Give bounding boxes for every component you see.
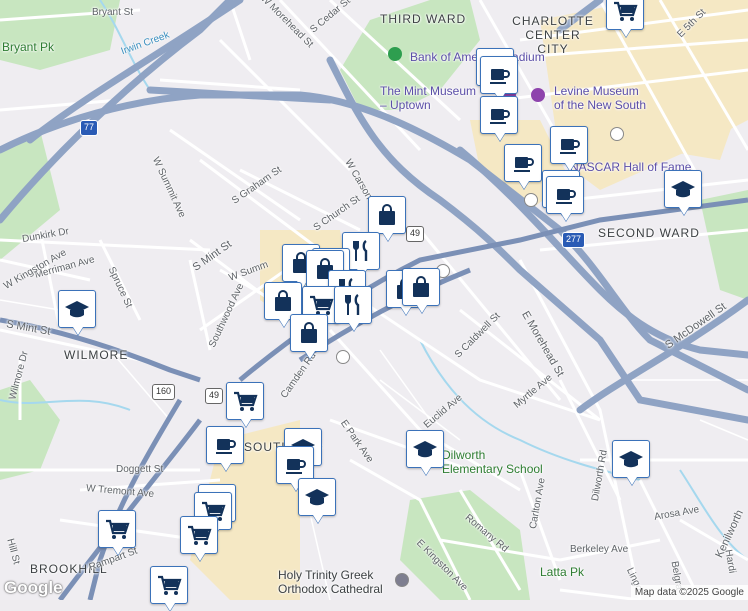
google-logo: Google <box>4 578 63 597</box>
graduation-cap-marker[interactable] <box>612 440 650 478</box>
district-wilmore: WILMORE <box>64 348 129 362</box>
museum-icon <box>531 88 545 102</box>
coffee-cup-marker[interactable] <box>504 144 542 182</box>
church-icon <box>395 573 409 587</box>
shield-nc49-a: 49 <box>406 226 425 242</box>
graduation-cap-icon <box>619 451 643 468</box>
shopping-cart-marker[interactable] <box>150 566 188 604</box>
shield-nc49-b: 49 <box>205 388 224 404</box>
poi-mint-museum[interactable]: The Mint Museum – Uptown <box>380 84 476 112</box>
shopping-cart-icon <box>614 1 638 21</box>
coffee-cup-icon <box>560 139 580 154</box>
shopping-cart-icon <box>234 391 258 411</box>
stadium-icon <box>388 47 402 61</box>
transit-icon <box>610 127 624 141</box>
shopping-cart-icon <box>158 575 182 595</box>
coffee-cup-icon <box>514 157 534 172</box>
poi-holy-trinity[interactable]: Holy Trinity Greek Orthodox Cathedral <box>278 568 383 596</box>
district-third-ward: THIRD WARD <box>380 12 467 26</box>
coffee-cup-marker[interactable] <box>546 176 584 214</box>
graduation-cap-marker[interactable] <box>298 478 336 516</box>
fork-knife-icon <box>345 294 360 315</box>
graduation-cap-marker[interactable] <box>406 430 444 468</box>
shopping-bag-icon <box>275 290 291 311</box>
shopping-bag-icon <box>379 204 395 225</box>
shopping-cart-marker[interactable] <box>180 516 218 554</box>
transit-icon <box>336 350 350 364</box>
shopping-cart-marker[interactable] <box>606 0 644 30</box>
coffee-cup-icon <box>490 69 510 84</box>
district-second-ward: SECOND WARD <box>598 226 700 240</box>
shield-i77: 77 <box>80 120 99 136</box>
street-bryant-st: Bryant St <box>92 7 134 18</box>
graduation-cap-icon <box>413 441 437 458</box>
coffee-cup-icon <box>556 189 576 204</box>
shopping-bag-marker[interactable] <box>368 196 406 234</box>
graduation-cap-icon <box>671 181 695 198</box>
graduation-cap-marker[interactable] <box>58 290 96 328</box>
shopping-bag-marker[interactable] <box>290 314 328 352</box>
poi-levine-museum[interactable]: Levine Museum of the New South <box>554 84 646 112</box>
fork-knife-marker[interactable] <box>334 286 372 324</box>
coffee-cup-marker[interactable] <box>480 96 518 134</box>
shield-i277-a: 277 <box>562 232 586 248</box>
poi-dilworth-elementary[interactable]: Dilworth Elementary School <box>442 448 543 476</box>
shopping-cart-icon <box>188 525 212 545</box>
shopping-cart-marker[interactable] <box>226 382 264 420</box>
coffee-cup-icon <box>490 109 510 124</box>
map-attribution[interactable]: Map data ©2025 Google <box>630 585 748 600</box>
shopping-bag-icon <box>301 322 317 343</box>
transit-icon <box>524 193 538 207</box>
coffee-cup-marker[interactable] <box>206 426 244 464</box>
street-berkeley-ave: Berkeley Ave <box>570 544 629 555</box>
graduation-cap-icon <box>305 489 329 506</box>
shield-us160: 160 <box>152 384 176 400</box>
coffee-cup-marker[interactable] <box>480 56 518 94</box>
graduation-cap-marker[interactable] <box>664 170 702 208</box>
shopping-bag-marker[interactable] <box>402 268 440 306</box>
fork-knife-icon <box>353 240 368 261</box>
street-doggett-st: Doggett St <box>116 464 164 475</box>
graduation-cap-icon <box>65 301 89 318</box>
park-latta-pk: Latta Pk <box>540 565 585 579</box>
coffee-cup-icon <box>286 459 306 474</box>
coffee-cup-marker[interactable] <box>550 126 588 164</box>
shopping-cart-marker[interactable] <box>98 510 136 548</box>
park-bryant-pk: Bryant Pk <box>2 40 55 54</box>
shopping-bag-icon <box>413 276 429 297</box>
coffee-cup-icon <box>216 439 236 454</box>
shopping-cart-icon <box>106 519 130 539</box>
